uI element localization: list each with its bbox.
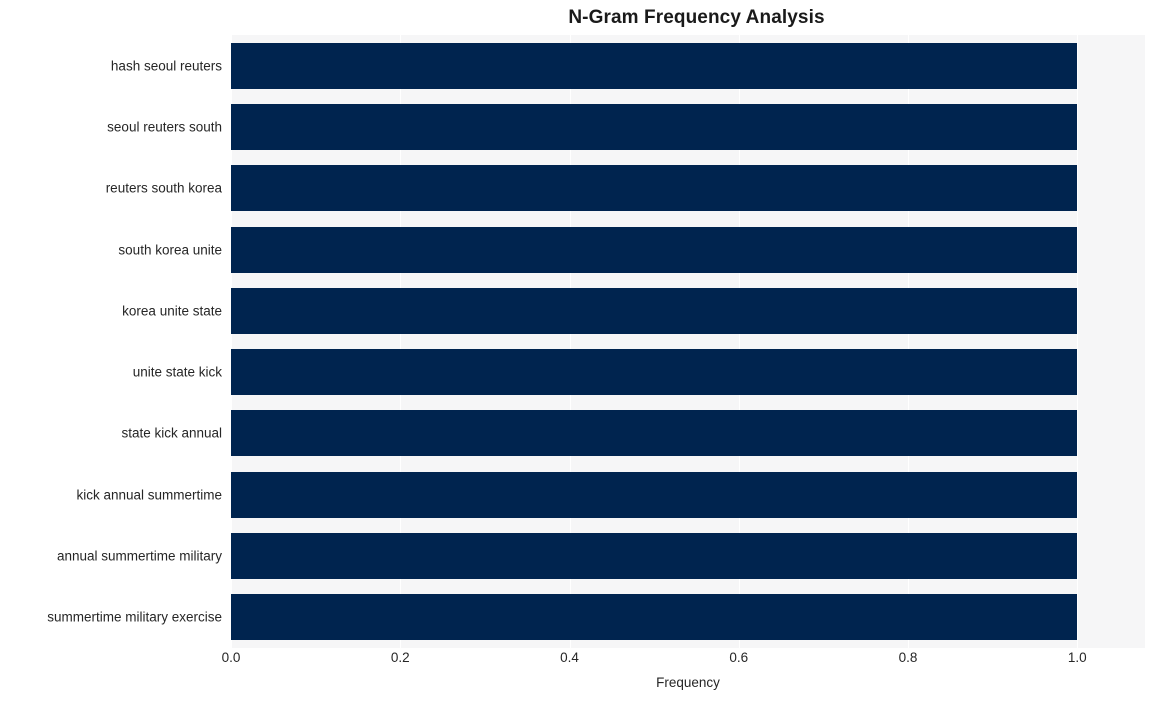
bar [231,471,1078,518]
chart-figure: N-Gram Frequency Analysis hash seoul reu… [0,0,1171,701]
bar [231,410,1078,457]
bar [231,533,1078,580]
bar [231,287,1078,334]
plot-area [231,35,1145,648]
x-axis-tick-labels: 0.0 0.2 0.4 0.6 0.8 1.0 [222,650,1145,672]
chart-title: N-Gram Frequency Analysis [568,7,825,28]
bar [231,42,1078,89]
x-axis-tick-label: 0.8 [898,650,918,665]
gridline [1077,35,1079,648]
bar [231,594,1078,641]
y-axis-tick-label: kick annual summertime [76,487,222,503]
bar [231,165,1078,212]
x-axis-title: Frequency [656,675,720,690]
y-axis-tick-label: hash seoul reuters [110,58,222,74]
x-axis-tick-label: 0.2 [390,650,410,665]
y-axis-tick-label: korea unite state [122,303,222,319]
bar [231,349,1078,396]
x-axis-tick-label: 1.0 [1067,650,1087,665]
x-axis-tick-label: 0.4 [560,650,579,665]
y-axis-tick-label: state kick annual [121,425,222,441]
bar [231,103,1078,150]
x-axis-tick-label: 0.0 [221,650,241,665]
y-axis-tick-labels: hash seoul reuters seoul reuters south reu… [0,35,222,648]
y-axis-tick-label: reuters south korea [105,180,222,196]
y-axis-tick-label: unite state kick [132,364,222,380]
bar [231,226,1078,273]
y-axis-tick-label: south korea unite [118,242,222,258]
y-axis-tick-label: seoul reuters south [107,119,222,135]
y-axis-tick-label: annual summertime military [56,548,222,564]
y-axis-tick-label: summertime military exercise [47,609,222,625]
x-axis-tick-label: 0.6 [729,650,749,665]
